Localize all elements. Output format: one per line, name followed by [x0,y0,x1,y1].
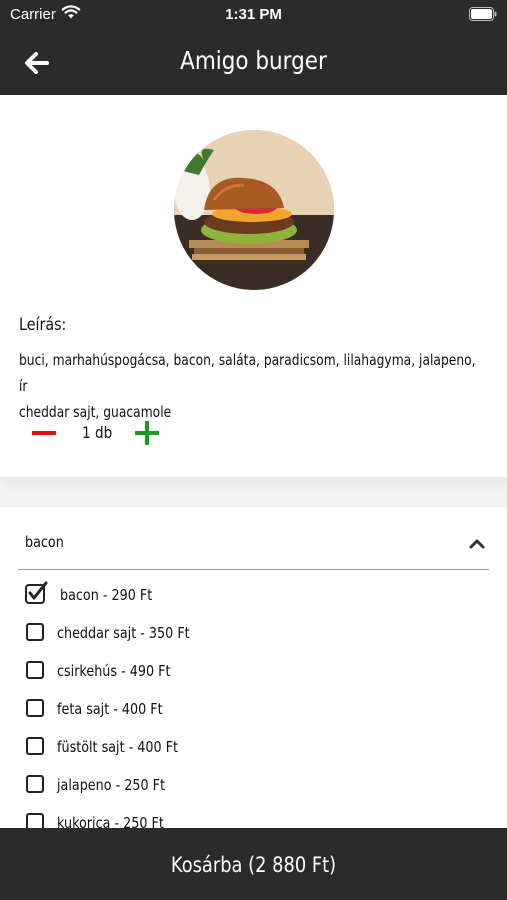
option-group-header[interactable]: bacon [18,507,489,570]
option-item[interactable]: cheddar sajt - 350 Ft [0,619,507,657]
option-label: cheddar sajt - 350 Ft [57,624,190,642]
quantity-value: 1 db [82,423,113,442]
option-label: füstölt sajt - 400 Ft [57,738,179,756]
checkbox[interactable] [26,775,44,793]
description-line: buci, marhahúspogácsa, bacon, saláta, pa… [19,351,476,395]
increase-quantity-button[interactable] [133,419,161,447]
option-list: bacon - 290 Ft cheddar sajt - 350 Ft csi… [0,581,507,828]
battery-icon [469,7,497,21]
decrease-quantity-button[interactable] [28,421,60,445]
checkbox[interactable] [26,813,44,828]
checkbox[interactable] [26,737,44,755]
product-card: Leírás: buci, marhahúspogácsa, bacon, sa… [0,95,507,477]
page-title: Amigo burger [180,46,327,75]
option-label: kukorica - 250 Ft [57,814,164,828]
option-group-title: bacon [25,533,64,551]
product-image [174,130,334,290]
option-item[interactable]: jalapeno - 250 Ft [0,771,507,809]
chevron-up-icon [469,539,485,549]
option-item[interactable]: csirkehús - 490 Ft [0,657,507,695]
description-heading: Leírás: [19,315,67,335]
description-text: buci, marhahúspogácsa, bacon, saláta, pa… [19,347,478,425]
checkbox[interactable] [26,661,44,679]
options-section: bacon bacon - 290 Ft cheddar sajt - 350 … [0,507,507,828]
add-to-cart-label: Kosárba (2 880 Ft) [170,853,337,877]
option-item[interactable]: feta sajt - 400 Ft [0,695,507,733]
option-label: csirkehús - 490 Ft [57,662,171,680]
option-item[interactable]: füstölt sajt - 400 Ft [0,733,507,771]
option-label: bacon - 290 Ft [60,586,153,604]
checkbox[interactable] [26,699,44,717]
minus-icon [32,431,56,435]
quantity-stepper: 1 db [0,415,507,451]
option-label: feta sajt - 400 Ft [57,700,163,718]
status-bar: Carrier 1:31 PM [0,0,507,28]
nav-bar: Amigo burger [0,28,507,95]
checkbox-checked-icon[interactable] [24,581,48,605]
add-to-cart-button[interactable]: Kosárba (2 880 Ft) [0,828,507,900]
checkbox[interactable] [26,623,44,641]
option-label: jalapeno - 250 Ft [57,776,165,794]
status-time: 1:31 PM [225,6,282,23]
top-bar: Carrier 1:31 PM Amigo burger [0,0,507,95]
option-item[interactable]: kukorica - 250 Ft [0,809,507,828]
option-item[interactable]: bacon - 290 Ft [0,581,507,619]
